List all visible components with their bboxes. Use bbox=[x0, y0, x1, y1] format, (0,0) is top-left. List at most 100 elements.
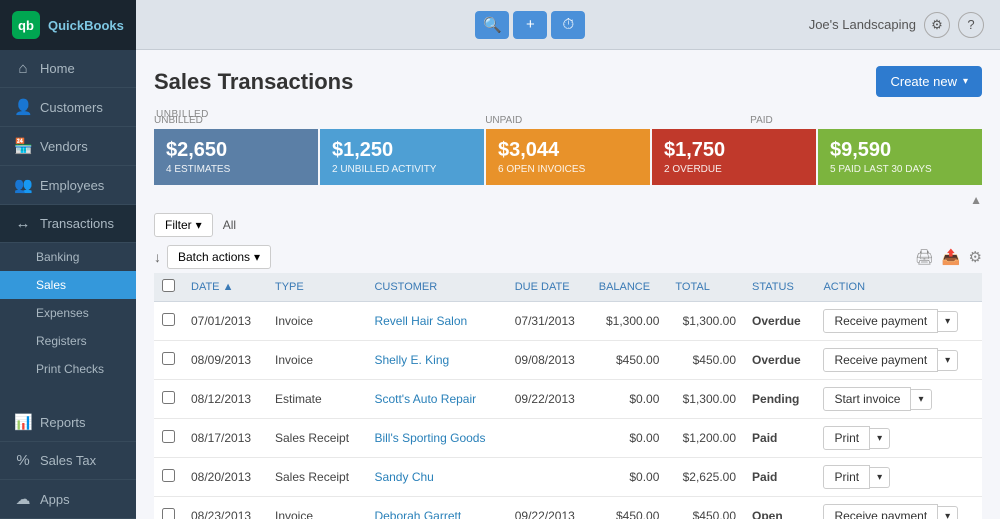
row-due-date-2: 09/22/2013 bbox=[507, 380, 591, 419]
card-unbilled[interactable]: $1,250 2 Unbilled Activity bbox=[320, 129, 484, 185]
summary-section: Unbilled bbox=[154, 109, 982, 123]
sidebar-item-customers[interactable]: 👤 Customers bbox=[0, 88, 136, 127]
sidebar-item-sales[interactable]: Sales bbox=[0, 271, 136, 299]
action-button-4[interactable]: Print bbox=[823, 465, 870, 489]
action-dropdown-arrow-4[interactable]: ▾ bbox=[870, 467, 890, 488]
row-action-3: Print ▾ bbox=[815, 419, 982, 458]
row-checkbox-3[interactable] bbox=[162, 430, 175, 443]
export-table-button[interactable]: 📤 bbox=[942, 248, 961, 266]
page-title: Sales Transactions bbox=[154, 69, 353, 95]
card-paid[interactable]: $9,590 5 Paid Last 30 Days bbox=[818, 129, 982, 185]
create-new-button[interactable]: Create new ▾ bbox=[876, 66, 982, 97]
vendors-icon: 🏪 bbox=[14, 137, 32, 155]
select-all-checkbox[interactable] bbox=[162, 279, 175, 292]
sidebar-item-customers-label: Customers bbox=[40, 100, 103, 115]
topbar-right: Joe's Landscaping ⚙ ? bbox=[809, 12, 984, 38]
sidebar-item-home-label: Home bbox=[40, 61, 75, 76]
row-balance-3: $0.00 bbox=[591, 419, 668, 458]
sidebar-item-transactions[interactable]: ↔ Transactions bbox=[0, 205, 136, 243]
row-total-4: $2,625.00 bbox=[667, 458, 744, 497]
sidebar-item-registers[interactable]: Registers bbox=[0, 327, 136, 355]
action-dropdown-arrow-1[interactable]: ▾ bbox=[938, 350, 958, 371]
action-button-0[interactable]: Receive payment bbox=[823, 309, 938, 333]
table-row: 07/01/2013 Invoice Revell Hair Salon 07/… bbox=[154, 302, 982, 341]
card-overdue-sub: 2 Overdue bbox=[664, 164, 804, 175]
row-customer-0: Revell Hair Salon bbox=[366, 302, 506, 341]
row-total-2: $1,300.00 bbox=[667, 380, 744, 419]
sales-tax-icon: % bbox=[14, 452, 32, 469]
transactions-icon: ↔ bbox=[14, 215, 32, 232]
clock-button[interactable]: ⏱ bbox=[551, 11, 585, 39]
collapse-button[interactable]: ▲ bbox=[970, 193, 982, 207]
sidebar-item-sales-tax[interactable]: % Sales Tax bbox=[0, 442, 136, 480]
unpaid-group-label: Unpaid bbox=[485, 115, 522, 126]
sidebar-item-transactions-label: Transactions bbox=[40, 216, 114, 231]
card-estimates[interactable]: $2,650 4 Estimates bbox=[154, 129, 318, 185]
action-dropdown-arrow-2[interactable]: ▾ bbox=[911, 389, 931, 410]
sidebar-item-expenses[interactable]: Expenses bbox=[0, 299, 136, 327]
row-balance-2: $0.00 bbox=[591, 380, 668, 419]
action-dropdown-arrow-3[interactable]: ▾ bbox=[870, 428, 890, 449]
batch-actions-button[interactable]: Batch actions ▾ bbox=[167, 245, 271, 269]
help-button[interactable]: ? bbox=[958, 12, 984, 38]
company-name: Joe's Landscaping bbox=[809, 17, 916, 32]
row-balance-1: $450.00 bbox=[591, 341, 668, 380]
row-customer-5: Deborah Garrett bbox=[366, 497, 506, 519]
row-total-1: $450.00 bbox=[667, 341, 744, 380]
row-action-4: Print ▾ bbox=[815, 458, 982, 497]
sidebar-nav: ⌂ Home 👤 Customers 🏪 Vendors 👥 Employees… bbox=[0, 50, 136, 519]
action-button-3[interactable]: Print bbox=[823, 426, 870, 450]
sidebar-item-employees[interactable]: 👥 Employees bbox=[0, 166, 136, 205]
card-open-invoices-sub: 6 Open Invoices bbox=[498, 164, 638, 175]
row-checkbox-cell bbox=[154, 419, 183, 458]
sidebar-item-vendors[interactable]: 🏪 Vendors bbox=[0, 127, 136, 166]
logo-area: qb QuickBooks bbox=[0, 0, 136, 50]
th-balance: BALANCE bbox=[591, 273, 668, 302]
sidebar-item-apps[interactable]: ☁ Apps bbox=[0, 480, 136, 519]
sidebar-item-apps-label: Apps bbox=[40, 492, 70, 507]
search-button[interactable]: 🔍 bbox=[475, 11, 509, 39]
create-new-label: Create new bbox=[890, 74, 956, 89]
row-due-date-0: 07/31/2013 bbox=[507, 302, 591, 341]
add-button[interactable]: + bbox=[513, 11, 547, 39]
sidebar-item-home[interactable]: ⌂ Home bbox=[0, 50, 136, 88]
row-due-date-1: 09/08/2013 bbox=[507, 341, 591, 380]
sort-icon[interactable]: ↓ bbox=[154, 249, 161, 265]
gear-button[interactable]: ⚙ bbox=[924, 12, 950, 38]
row-type-4: Sales Receipt bbox=[267, 458, 366, 497]
print-table-button[interactable]: 🖨 bbox=[915, 248, 934, 266]
card-paid-sub: 5 Paid Last 30 Days bbox=[830, 164, 970, 175]
action-dropdown-arrow-0[interactable]: ▾ bbox=[938, 311, 958, 332]
transactions-table: DATE ▲ TYPE CUSTOMER DUE DATE BALANCE TO… bbox=[154, 273, 982, 519]
row-checkbox-4[interactable] bbox=[162, 469, 175, 482]
filter-button[interactable]: Filter ▾ bbox=[154, 213, 213, 237]
card-overdue[interactable]: $1,750 2 Overdue bbox=[652, 129, 816, 185]
action-dropdown-arrow-5[interactable]: ▾ bbox=[938, 506, 958, 519]
filter-all-label: All bbox=[223, 218, 236, 232]
th-total: TOTAL bbox=[667, 273, 744, 302]
row-checkbox-cell bbox=[154, 341, 183, 380]
action-button-5[interactable]: Receive payment bbox=[823, 504, 938, 519]
card-open-invoices[interactable]: $3,044 6 Open Invoices bbox=[486, 129, 650, 185]
row-checkbox-0[interactable] bbox=[162, 313, 175, 326]
table-row: 08/20/2013 Sales Receipt Sandy Chu $0.00… bbox=[154, 458, 982, 497]
sidebar-item-banking-label: Banking bbox=[36, 250, 79, 264]
card-estimates-amount: $2,650 bbox=[166, 139, 306, 162]
row-status-3: Paid bbox=[744, 419, 815, 458]
action-button-1[interactable]: Receive payment bbox=[823, 348, 938, 372]
row-checkbox-cell bbox=[154, 458, 183, 497]
row-checkbox-5[interactable] bbox=[162, 508, 175, 519]
action-button-2[interactable]: Start invoice bbox=[823, 387, 911, 411]
apps-icon: ☁ bbox=[14, 490, 32, 508]
sidebar-item-banking[interactable]: Banking bbox=[0, 243, 136, 271]
table-actions-right: 🖨 📤 ⚙ bbox=[915, 248, 982, 266]
sidebar-item-reports[interactable]: 📊 Reports bbox=[0, 403, 136, 442]
row-checkbox-2[interactable] bbox=[162, 391, 175, 404]
sidebar-item-print-checks[interactable]: Print Checks bbox=[0, 355, 136, 383]
employees-icon: 👥 bbox=[14, 176, 32, 194]
row-checkbox-1[interactable] bbox=[162, 352, 175, 365]
th-date[interactable]: DATE ▲ bbox=[183, 273, 267, 302]
row-status-4: Paid bbox=[744, 458, 815, 497]
settings-table-button[interactable]: ⚙ bbox=[969, 248, 982, 266]
row-date-4: 08/20/2013 bbox=[183, 458, 267, 497]
